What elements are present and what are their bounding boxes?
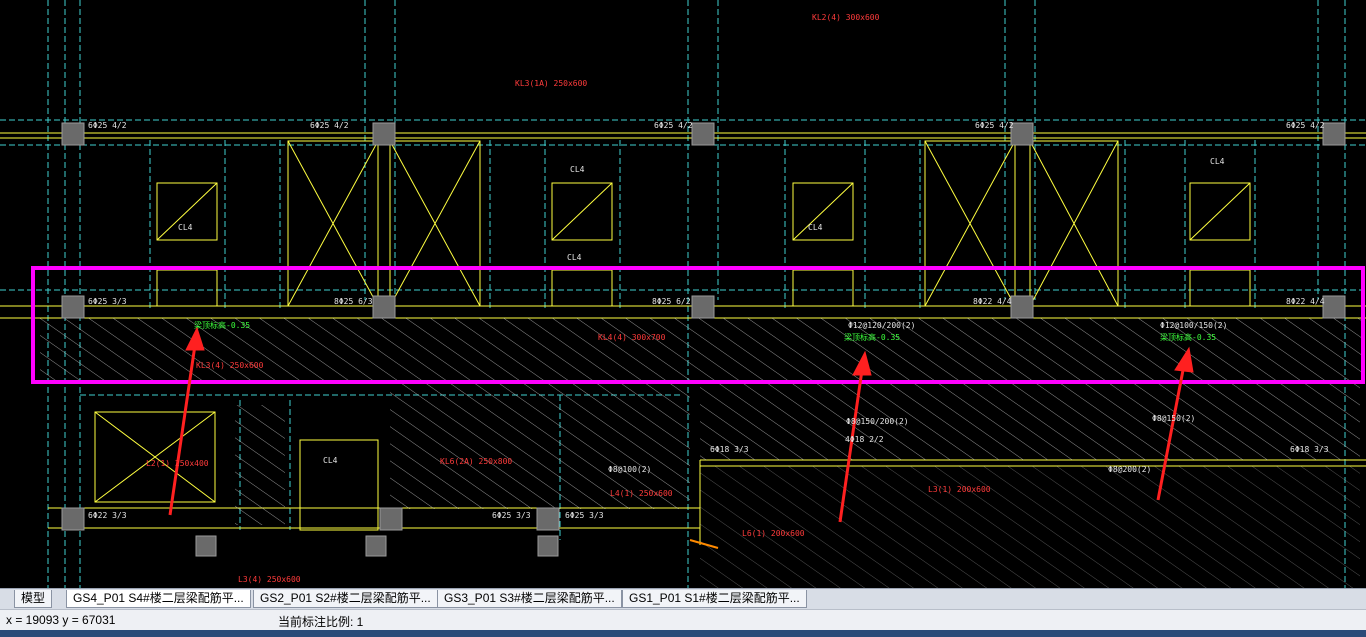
beam-rebar-label: 8Φ25 6/2 [652,297,691,306]
beam-tag: L2(1) 250x400 [146,459,209,468]
stirrup-note: Φ8@100(2) [608,465,652,474]
beam-rebar-label: 6Φ25 4/2 [975,121,1014,130]
beam-tag: KL3(4) 250x600 [196,361,264,370]
cad-drawing [0,0,1366,588]
beam-rebar-label: 8Φ22 4/4 [1286,297,1325,306]
beam-rebar-label: 8Φ25 6/3 [334,297,373,306]
scale-label: 当前标注比例: 1 [278,615,364,629]
beam-tag: L3(4) 250x600 [238,575,301,584]
hatch-areas [40,318,1364,588]
cl-tag: CL4 [808,223,823,232]
status-bar: x = 19093 y = 67031 当前标注比例: 1 [0,609,1366,630]
tab-gs1[interactable]: GS1_P01 S1#楼二层梁配筋平... [622,590,807,608]
elevation-note: 梁顶标高-0.35 [844,333,901,342]
taskbar-strip [0,630,1366,637]
coordinate-readout: x = 19093 y = 67031 [6,613,116,627]
elevation-note: 梁顶标高-0.35 [194,321,251,330]
tab-model[interactable]: 模型 [14,590,53,608]
stirrup-note: Φ8@150(2) [1152,414,1196,423]
stirrup-note: Φ8@200(2) [1108,465,1152,474]
cad-drawing-canvas[interactable]: 6Φ25 4/2 6Φ25 4/2 6Φ25 4/2 6Φ25 4/2 6Φ25… [0,0,1366,588]
tab-gs2[interactable]: GS2_P01 S2#楼二层梁配筋平... [253,590,438,608]
beam-rebar-label: 6Φ25 3/3 [88,297,127,306]
beam-tag: KL3(1A) 250x600 [515,79,588,88]
beam-rebar-label: 6Φ25 4/2 [88,121,127,130]
elevation-note: 梁顶标高-0.35 [1160,333,1217,342]
beam-tag: L6(1) 200x600 [742,529,805,538]
beam-tag: KL2(4) 300x600 [812,13,880,22]
beam-rebar-label: 6Φ18 3/3 [1290,445,1329,454]
beam-rebar-label: 6Φ18 3/3 [710,445,749,454]
tab-gs4[interactable]: GS4_P01 S4#楼二层梁配筋平... [66,590,251,608]
stirrup-note: Φ8@150/200(2) [846,417,909,426]
beam-rebar-label: 6Φ25 3/3 [565,511,604,520]
cl-tag: CL4 [570,165,585,174]
beam-rebar-label: 6Φ25 4/2 [310,121,349,130]
tab-gs3[interactable]: GS3_P01 S3#楼二层梁配筋平... [437,590,622,608]
beam-tag: KL6(2A) 250x800 [440,457,513,466]
beam-rebar-label: 6Φ25 4/2 [1286,121,1325,130]
beam-tag: L3(1) 200x600 [928,485,991,494]
beam-tag: L4(1) 250x600 [610,489,673,498]
cl-tag: CL4 [178,223,193,232]
beam-rebar-label: 4Φ18 2/2 [845,435,884,444]
beam-rebar-label: 8Φ22 4/4 [973,297,1012,306]
cl-tag: CL4 [1210,157,1225,166]
beam-rebar-label: 6Φ22 3/3 [88,511,127,520]
layout-tab-bar: 模型 GS4_P01 S4#楼二层梁配筋平... GS2_P01 S2#楼二层梁… [0,588,1366,609]
beam-rebar-label: 6Φ25 3/3 [492,511,531,520]
cl-tag: CL4 [567,253,582,262]
beam-tag: KL4(4) 300x700 [598,333,666,342]
cl-tag: CL4 [323,456,338,465]
stirrup-note: Φ12@120/200(2) [848,321,916,330]
stirrup-note: Φ12@100/150(2) [1160,321,1228,330]
beam-rebar-label: 6Φ25 4/2 [654,121,693,130]
